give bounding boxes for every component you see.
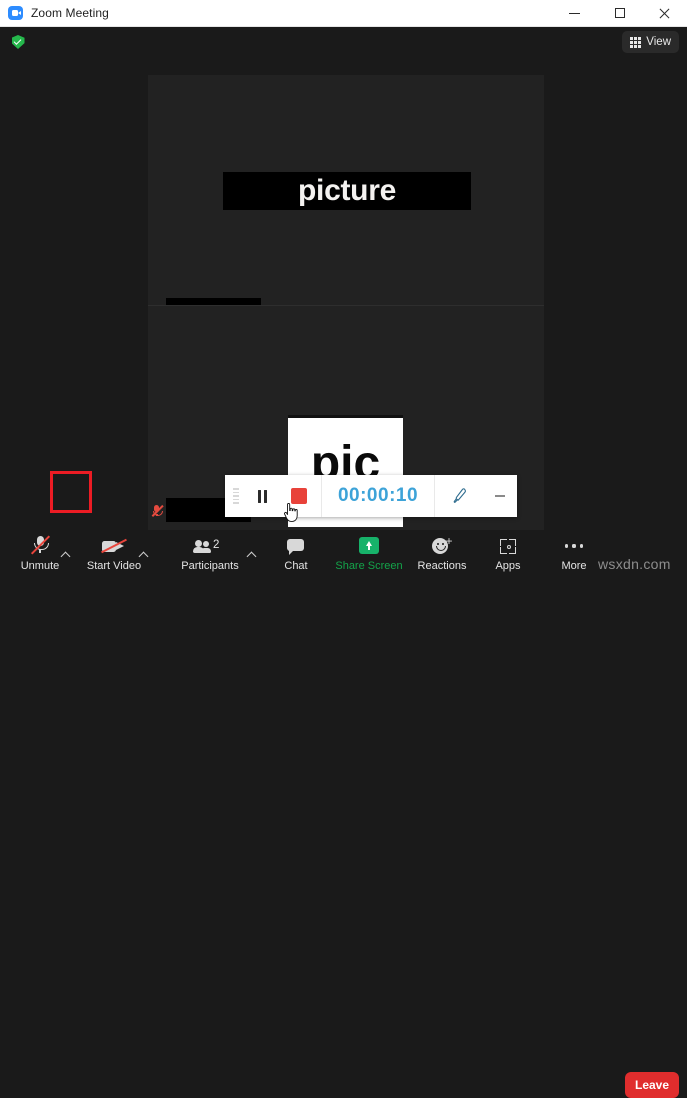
shared-content-banner: picture <box>223 172 471 210</box>
view-button[interactable]: View <box>622 31 679 53</box>
chat-bubble-icon <box>286 534 306 556</box>
window-controls <box>552 0 687 27</box>
pause-recording-button[interactable] <box>247 475 277 517</box>
recording-toolbar: 00:00:10 <box>225 475 517 517</box>
more-dots-icon <box>565 534 583 556</box>
microphone-muted-icon <box>151 504 164 517</box>
maximize-icon <box>614 8 625 18</box>
chat-button[interactable]: Chat <box>260 534 332 572</box>
share-screen-label: Share Screen <box>335 560 403 572</box>
grid-icon <box>630 36 642 48</box>
apps-label: Apps <box>495 560 521 572</box>
meeting-top-bar: View <box>0 27 687 57</box>
stop-button-highlight <box>50 471 92 513</box>
close-icon <box>659 8 670 19</box>
start-video-label: Start Video <box>86 560 142 572</box>
mouse-cursor <box>283 502 299 523</box>
share-screen-icon <box>355 534 383 556</box>
participants-options-caret-icon[interactable] <box>248 550 257 559</box>
pen-annotate-button[interactable] <box>435 475 483 517</box>
video-stage: picture pic 00:00:10 <box>0 57 687 530</box>
pause-icon <box>257 489 261 503</box>
audio-options-caret-icon[interactable] <box>62 550 71 559</box>
reactions-label: Reactions <box>417 560 467 572</box>
encryption-status-button[interactable] <box>7 31 29 53</box>
pen-annotate-icon <box>453 488 466 503</box>
stop-recording-icon <box>291 488 307 504</box>
unmute-button[interactable]: Unmute <box>4 534 76 572</box>
leave-meeting-button[interactable]: Leave <box>625 1072 679 1098</box>
participants-count: 2 <box>213 539 220 551</box>
minimize-icon <box>495 495 505 497</box>
zoom-logo-icon <box>8 5 24 21</box>
start-video-button[interactable]: Start Video <box>78 534 150 572</box>
share-screen-button[interactable]: Share Screen <box>333 534 405 572</box>
view-button-label: View <box>646 36 671 48</box>
close-button[interactable] <box>642 0 687 27</box>
apps-button[interactable]: Apps <box>472 534 544 572</box>
zoom-meeting-window: Zoom Meeting View picture pic 00:00:10 U… <box>0 0 687 1098</box>
drag-handle-icon[interactable] <box>225 475 247 517</box>
window-title-bar: Zoom Meeting <box>0 0 687 27</box>
site-watermark: wsxdn.com <box>598 556 671 572</box>
chat-label: Chat <box>284 560 308 572</box>
green-shield-check-icon <box>11 35 25 49</box>
microphone-muted-icon <box>30 534 51 556</box>
participants-label: Participants <box>181 560 239 572</box>
recording-timer: 00:00:10 <box>337 485 419 506</box>
video-options-caret-icon[interactable] <box>140 550 149 559</box>
more-label: More <box>561 560 587 572</box>
minimize-icon <box>569 12 580 14</box>
maximize-button[interactable] <box>597 0 642 27</box>
minimize-button[interactable] <box>552 0 597 27</box>
leave-label: Leave <box>634 1078 670 1092</box>
reactions-icon: + <box>431 534 453 556</box>
participants-icon: 2 <box>193 534 227 556</box>
participant-tile-top[interactable]: picture <box>148 75 544 322</box>
camera-off-icon <box>101 534 127 556</box>
window-title: Zoom Meeting <box>31 6 109 20</box>
shared-content-text: picture <box>298 174 396 207</box>
minimize-recording-toolbar-button[interactable] <box>483 475 517 517</box>
meeting-control-bar: Unmute Start Video 2 Participants Chat S… <box>0 530 687 1098</box>
unmute-label: Unmute <box>20 560 60 572</box>
reactions-button[interactable]: + Reactions <box>406 534 478 572</box>
apps-icon <box>498 534 518 556</box>
participants-button[interactable]: 2 Participants <box>174 534 246 572</box>
